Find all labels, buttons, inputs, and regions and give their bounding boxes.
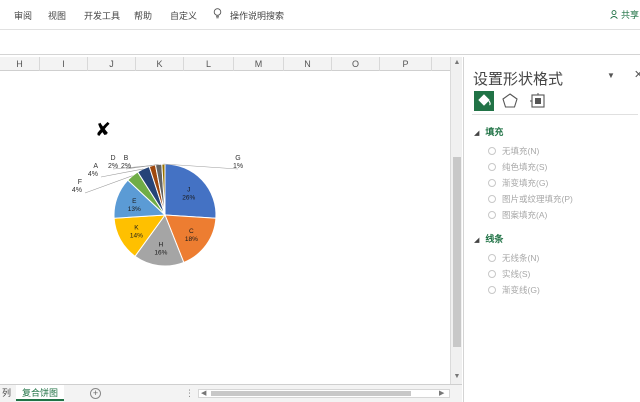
lightbulb-icon bbox=[213, 8, 222, 19]
slice-category-label: K bbox=[134, 225, 139, 232]
slice-percent-label: 14% bbox=[130, 233, 143, 240]
splitter-dots-icon[interactable]: ⋮ bbox=[185, 388, 194, 399]
tab-review[interactable]: 审阅 bbox=[14, 9, 32, 22]
column-header[interactable]: L bbox=[184, 57, 234, 71]
ribbon-tabs: 审阅 视图 开发工具 帮助 自定义 操作说明搜索 共享 bbox=[0, 0, 640, 30]
sheet-tab-partial[interactable]: 列 bbox=[0, 385, 11, 401]
share-label: 共享 bbox=[621, 10, 640, 20]
slice-percent-label: 1% bbox=[233, 163, 243, 170]
scroll-down-arrow-icon[interactable]: ▼ bbox=[453, 373, 461, 381]
collapse-triangle-icon: ◢ bbox=[474, 130, 480, 137]
line-option-radio[interactable]: 渐变线(G) bbox=[488, 284, 540, 296]
column-header[interactable]: K bbox=[136, 57, 184, 71]
size-properties-tab[interactable] bbox=[528, 91, 548, 111]
pie-slice-J[interactable] bbox=[164, 163, 217, 219]
collapse-triangle-icon: ◢ bbox=[474, 237, 480, 244]
radio-icon bbox=[488, 179, 496, 187]
tab-developer[interactable]: 开发工具 bbox=[84, 9, 120, 22]
share-button[interactable]: 共享 bbox=[610, 8, 639, 21]
cross-mark-icon: ✘ bbox=[95, 120, 111, 141]
effects-tab[interactable] bbox=[500, 91, 520, 111]
slice-percent-label: 2% bbox=[121, 163, 131, 170]
horizontal-scroll-thumb[interactable] bbox=[211, 391, 411, 396]
pentagon-icon bbox=[502, 93, 518, 108]
radio-icon bbox=[488, 147, 496, 155]
fill-option-radio[interactable]: 渐变填充(G) bbox=[488, 177, 548, 189]
column-headers: H I J K L M N O P bbox=[0, 57, 462, 71]
line-option-radio[interactable]: 无线条(N) bbox=[488, 252, 539, 264]
tell-me-search[interactable]: 操作说明搜索 bbox=[230, 9, 284, 22]
fill-line-tab[interactable] bbox=[474, 91, 494, 111]
radio-icon bbox=[488, 163, 496, 171]
formula-bar[interactable] bbox=[0, 31, 640, 55]
radio-icon bbox=[488, 254, 496, 262]
column-header[interactable]: I bbox=[40, 57, 88, 71]
column-header[interactable]: J bbox=[88, 57, 136, 71]
slice-category-label: G bbox=[235, 155, 240, 162]
slice-category-label: H bbox=[159, 241, 164, 248]
horizontal-scrollbar[interactable]: ◀ ▶ bbox=[198, 389, 450, 398]
add-sheet-plus-icon[interactable]: + bbox=[90, 388, 101, 399]
fill-option-radio[interactable]: 图片或纹理填充(P) bbox=[488, 193, 573, 205]
fill-option-radio[interactable]: 图案填充(A) bbox=[488, 209, 547, 221]
tab-help[interactable]: 帮助 bbox=[134, 9, 152, 22]
pane-title: 设置形状格式 bbox=[473, 71, 564, 88]
sheet-tab-active[interactable]: 复合饼图 bbox=[16, 385, 65, 401]
slice-category-label: D bbox=[110, 155, 115, 162]
slice-percent-label: 4% bbox=[88, 171, 98, 178]
sheet-tab-bar: 列 复合饼图 + ⋮ ◀ ▶ bbox=[0, 384, 462, 402]
radio-icon bbox=[488, 211, 496, 219]
pane-icon-tabs bbox=[472, 91, 638, 115]
size-properties-icon bbox=[530, 93, 545, 108]
scroll-up-arrow-icon[interactable]: ▲ bbox=[453, 59, 461, 67]
pie-chart[interactable]: J26%C18%H16%K14%E13%F4%A4%D2%B2%G1% bbox=[0, 71, 449, 374]
close-icon[interactable]: ✕ bbox=[634, 68, 640, 81]
fill-option-radio[interactable]: 无填充(N) bbox=[488, 145, 539, 157]
person-icon bbox=[610, 10, 618, 19]
slice-category-label: J bbox=[187, 187, 190, 194]
scroll-left-arrow-icon[interactable]: ◀ bbox=[201, 389, 206, 397]
vertical-scroll-thumb[interactable] bbox=[453, 157, 461, 347]
slice-percent-label: 13% bbox=[128, 206, 141, 213]
radio-icon bbox=[488, 195, 496, 203]
slice-category-label: B bbox=[124, 155, 129, 162]
fill-option-radio[interactable]: 纯色填充(S) bbox=[488, 161, 547, 173]
slice-category-label: E bbox=[132, 198, 137, 205]
tab-custom[interactable]: 自定义 bbox=[170, 9, 197, 22]
radio-icon bbox=[488, 270, 496, 278]
pane-options-chevron-icon[interactable]: ▼ bbox=[607, 71, 615, 80]
slice-percent-label: 18% bbox=[185, 236, 198, 243]
slice-percent-label: 2% bbox=[108, 163, 118, 170]
tab-view[interactable]: 视图 bbox=[48, 9, 66, 22]
slice-category-label: C bbox=[189, 228, 194, 235]
column-header[interactable]: N bbox=[284, 57, 332, 71]
column-header[interactable]: M bbox=[234, 57, 284, 71]
slice-percent-label: 26% bbox=[182, 195, 195, 202]
vertical-scrollbar[interactable]: ▲ ▼ bbox=[450, 57, 462, 384]
line-option-radio[interactable]: 实线(S) bbox=[488, 268, 530, 280]
scroll-right-arrow-icon[interactable]: ▶ bbox=[439, 389, 444, 397]
slice-percent-label: 16% bbox=[154, 249, 167, 256]
slice-category-label: A bbox=[93, 163, 98, 170]
paint-bucket-icon bbox=[478, 94, 491, 106]
slice-category-label: F bbox=[78, 179, 82, 186]
fill-section-header[interactable]: ◢ 填充 bbox=[474, 125, 503, 138]
column-header[interactable]: P bbox=[380, 57, 432, 71]
line-section-header[interactable]: ◢ 线条 bbox=[474, 232, 503, 245]
radio-icon bbox=[488, 286, 496, 294]
format-shape-pane: 设置形状格式 ▼ ✕ ◢ 填充 无填充(N) 纯色填充(S) 渐变填充(G) 图片… bbox=[463, 57, 640, 402]
column-header[interactable]: O bbox=[332, 57, 380, 71]
slice-percent-label: 4% bbox=[72, 187, 82, 194]
column-header[interactable]: H bbox=[0, 57, 40, 71]
